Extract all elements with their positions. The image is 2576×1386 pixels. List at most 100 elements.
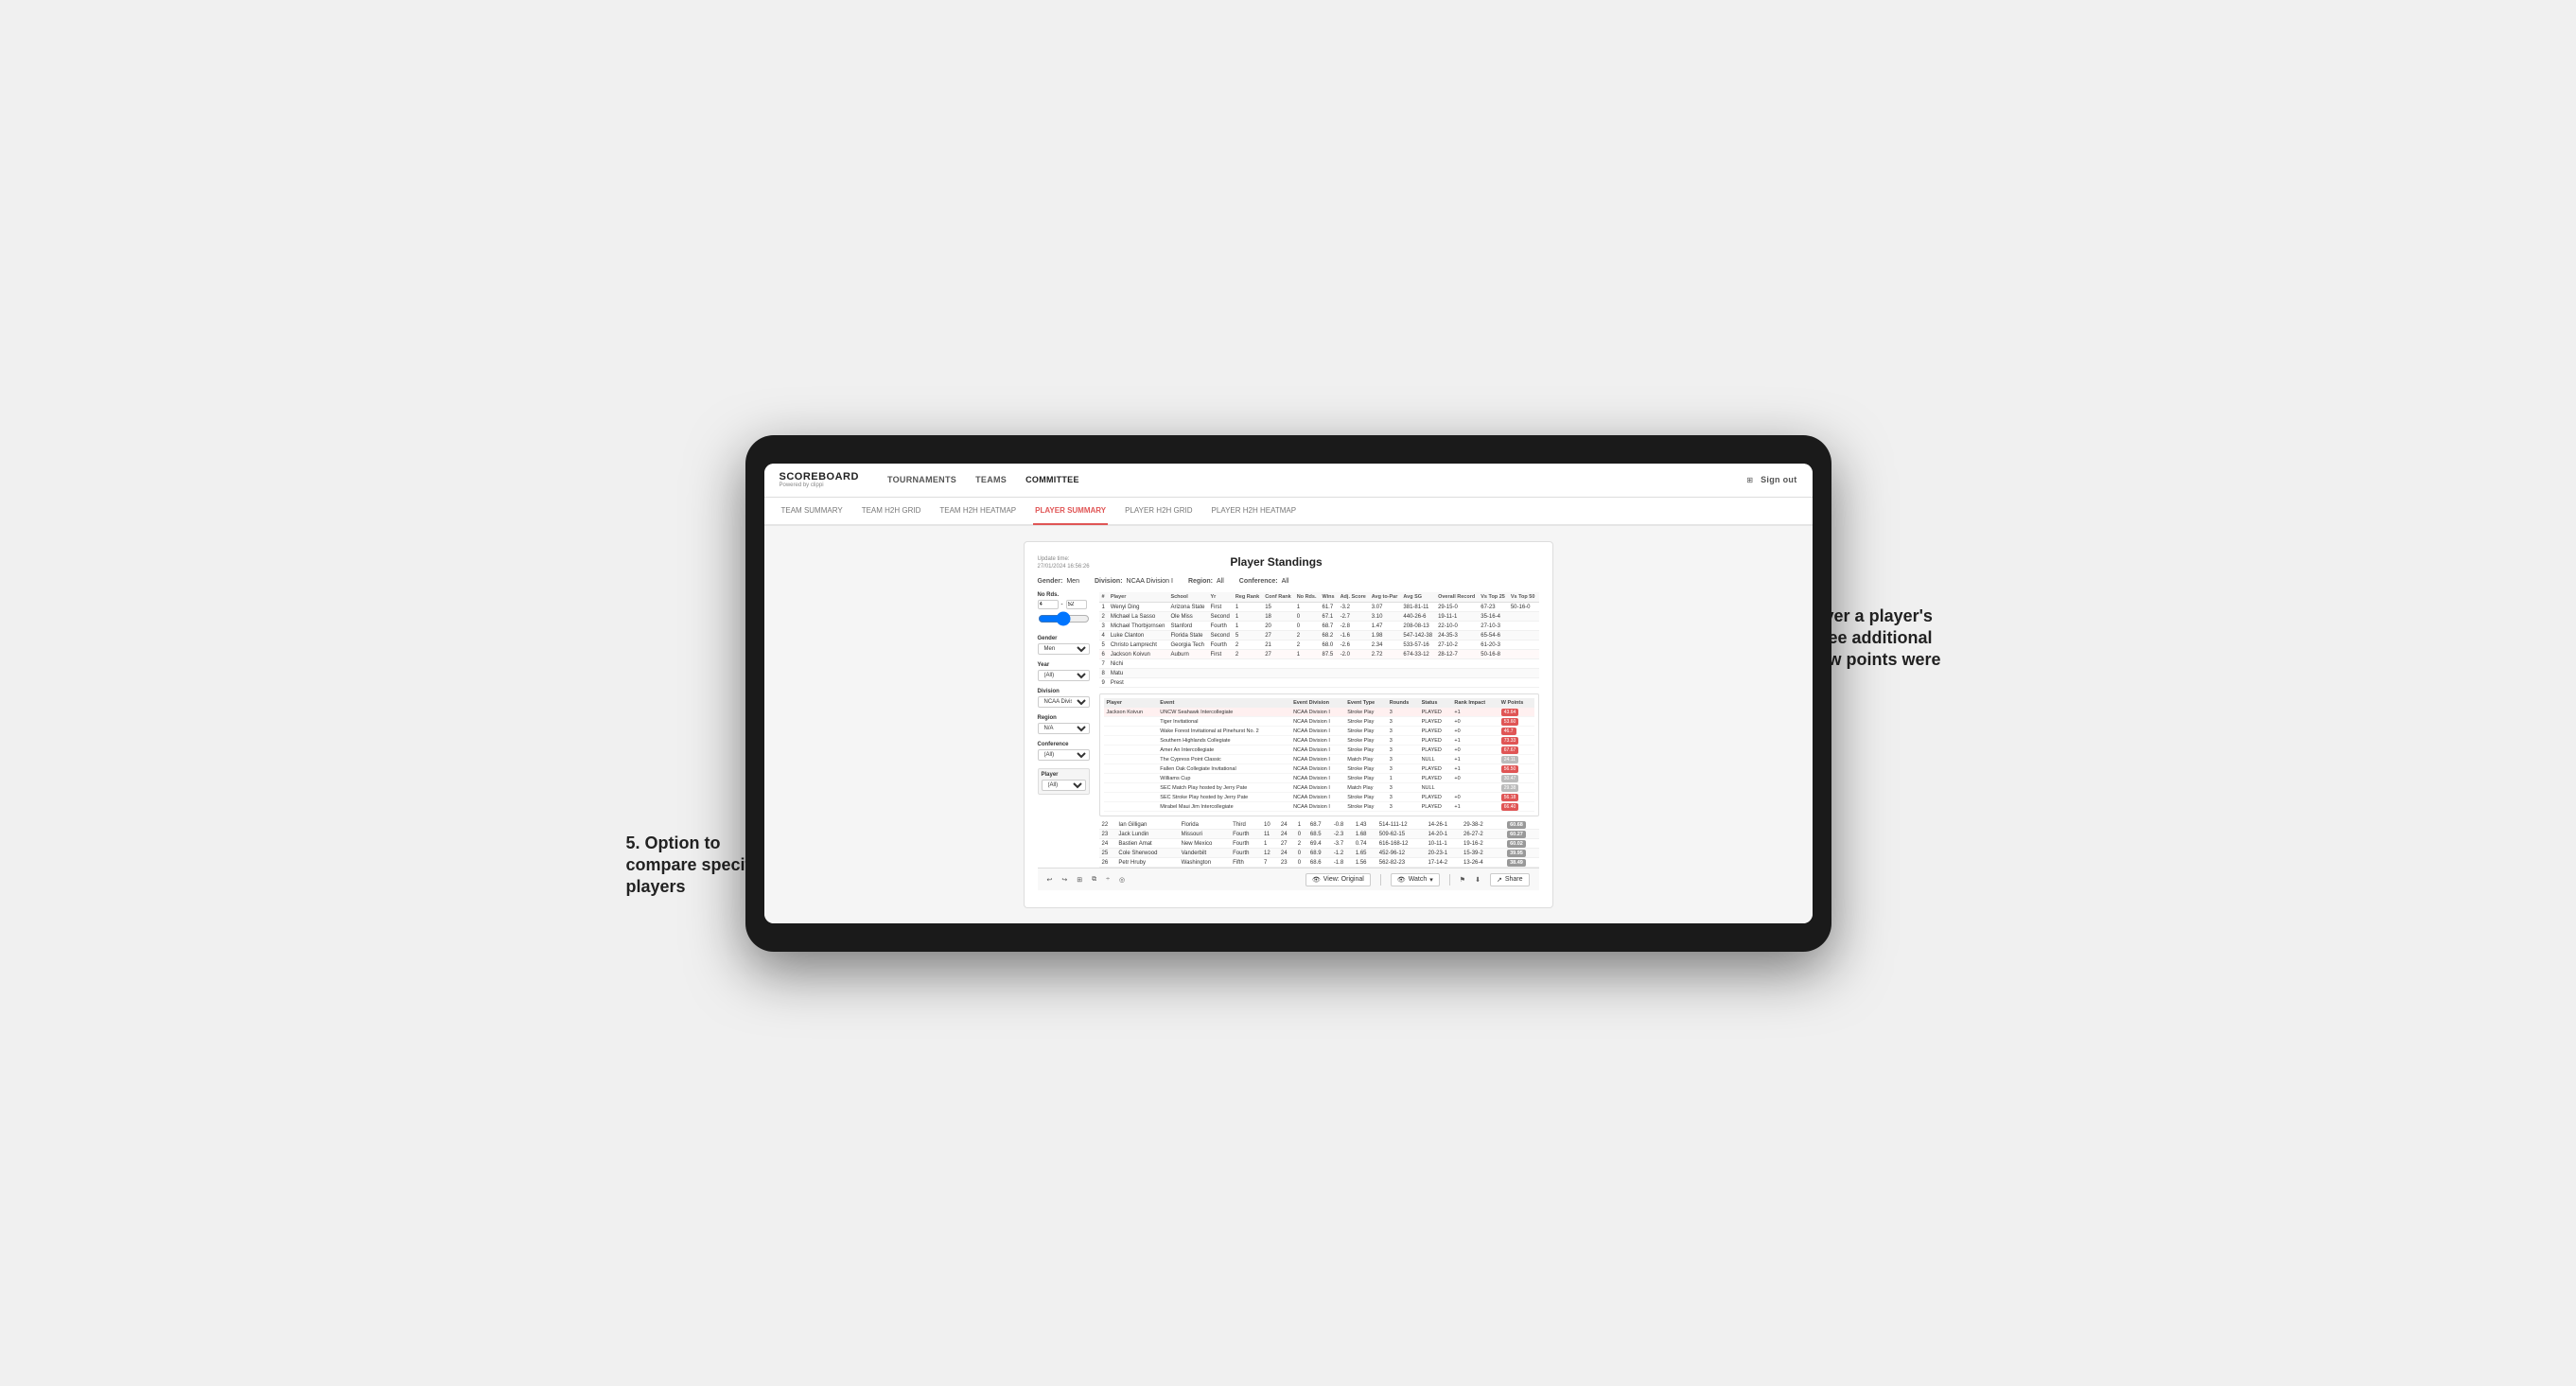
event-name: Mirabel Maui Jim Intercollegiate bbox=[1157, 802, 1290, 812]
sub-nav-player-h2h-heatmap[interactable]: PLAYER H2H HEATMAP bbox=[1210, 499, 1299, 525]
conference-select[interactable]: (All) bbox=[1038, 749, 1090, 761]
sign-out-link[interactable]: Sign out bbox=[1761, 473, 1796, 486]
points-badge-gray[interactable]: 60.68 bbox=[1507, 821, 1526, 829]
points-badge-gray[interactable]: 60.02 bbox=[1507, 840, 1526, 848]
sub-nav-team-summary[interactable]: TEAM SUMMARY bbox=[780, 499, 845, 525]
no-rds: 1 bbox=[1294, 603, 1320, 612]
view-label: View: Original bbox=[1323, 876, 1364, 883]
points[interactable]: 58.18 bbox=[1537, 650, 1538, 659]
division-select[interactable]: NCAA Division I bbox=[1038, 696, 1090, 708]
event-rounds: 1 bbox=[1387, 774, 1419, 783]
no-rds-from-input[interactable] bbox=[1038, 600, 1059, 609]
event-row: Wake Forest Invitational at Pinehurst No… bbox=[1104, 727, 1534, 736]
w-points-badge-neutral[interactable]: 30.47 bbox=[1501, 775, 1519, 782]
year-select[interactable]: (All) bbox=[1038, 670, 1090, 681]
w-points-badge[interactable]: 53.60 bbox=[1501, 718, 1519, 726]
yr: Fifth bbox=[1230, 858, 1261, 868]
avg-sg: 514-111-12 bbox=[1376, 820, 1426, 830]
event-status: NULL bbox=[1419, 755, 1452, 764]
nav-link-committee[interactable]: COMMITTEE bbox=[1025, 473, 1079, 486]
points-badge-gray[interactable]: 60.27 bbox=[1507, 831, 1526, 838]
event-rank-impact: +0 bbox=[1451, 717, 1498, 727]
yr: First bbox=[1207, 650, 1232, 659]
event-division: NCAA Division I bbox=[1290, 783, 1344, 793]
table-row: 5 Christo Lamprecht Georgia Tech Fourth … bbox=[1099, 640, 1539, 650]
event-header-row: Player Event Event Division Event Type R… bbox=[1104, 698, 1534, 708]
points[interactable]: 68.94 bbox=[1537, 631, 1538, 640]
view-original-button[interactable]: 👁 View: Original bbox=[1306, 873, 1371, 886]
table-area: # Player School Yr Reg Rank Conf Rank No… bbox=[1099, 592, 1539, 868]
event-rank-impact: +1 bbox=[1451, 755, 1498, 764]
rank: 4 bbox=[1099, 631, 1108, 640]
event-type: Match Play bbox=[1344, 755, 1387, 764]
sub-nav-player-summary[interactable]: PLAYER SUMMARY bbox=[1033, 499, 1108, 525]
points[interactable]: 60.69 bbox=[1537, 640, 1538, 650]
watch-icon: 👁 bbox=[1397, 876, 1406, 884]
avg-to-par: 1.43 bbox=[1353, 820, 1376, 830]
conf-rank: 27 bbox=[1262, 650, 1294, 659]
avg-to-par: 1.65 bbox=[1353, 849, 1376, 858]
gender-select[interactable]: Men bbox=[1038, 643, 1090, 655]
th-vs-top50: Vs Top 50 bbox=[1508, 592, 1538, 603]
w-points-badge[interactable]: 73.33 bbox=[1501, 737, 1519, 745]
yr: Fourth bbox=[1230, 849, 1261, 858]
points-badge-gray[interactable]: 39.95 bbox=[1507, 850, 1526, 857]
grid-icon[interactable]: ⊞ bbox=[1077, 876, 1082, 884]
points[interactable]: 60.02 bbox=[1504, 839, 1538, 849]
watch-button[interactable]: 👁 Watch ▾ bbox=[1391, 873, 1440, 886]
timer-icon[interactable]: ◎ bbox=[1119, 876, 1125, 884]
points[interactable]: 60.68 bbox=[1504, 820, 1538, 830]
points[interactable]: 68.2 bbox=[1537, 603, 1538, 612]
no-rds-slider[interactable] bbox=[1038, 611, 1090, 626]
nav-link-tournaments[interactable]: TOURNAMENTS bbox=[887, 473, 956, 486]
event-name: UNCW Seahawk Intercollegiate bbox=[1157, 708, 1290, 717]
player-select[interactable]: (All) bbox=[1042, 780, 1086, 791]
bottom-toolbar: ↩ ↪ ⊞ ⧉ ÷ ◎ 👁 View: Original 👁 bbox=[1038, 868, 1539, 890]
eth-rounds: Rounds bbox=[1387, 698, 1419, 708]
school: Florida State bbox=[1167, 631, 1207, 640]
update-time-area: Update time: 27/01/2024 16:56:26 bbox=[1038, 555, 1090, 571]
undo-button[interactable]: ↩ bbox=[1047, 876, 1053, 884]
points[interactable]: 73.6 bbox=[1537, 622, 1538, 631]
event-name: Tiger Invitational bbox=[1157, 717, 1290, 727]
nav-bar: SCOREBOARD Powered by clippi TOURNAMENTS… bbox=[764, 464, 1813, 498]
update-time-label: Update time: bbox=[1038, 555, 1090, 563]
points[interactable]: 38.49 bbox=[1504, 858, 1538, 868]
conf-rank: 21 bbox=[1262, 640, 1294, 650]
placeholder bbox=[1167, 669, 1538, 678]
region-select[interactable]: N/A bbox=[1038, 723, 1090, 734]
no-rds-to-input[interactable] bbox=[1066, 600, 1087, 609]
split-icon[interactable]: ÷ bbox=[1106, 876, 1110, 883]
avg-to-par: 0.74 bbox=[1353, 839, 1376, 849]
w-points-badge[interactable]: 56.18 bbox=[1501, 794, 1519, 801]
bottom-standings-table: 22 Ian Gilligan Florida Third 10 24 1 68… bbox=[1099, 820, 1539, 868]
flag-icon[interactable]: ⚑ bbox=[1460, 876, 1465, 884]
points[interactable]: 74.3 bbox=[1537, 612, 1538, 622]
w-points-badge[interactable]: 56.50 bbox=[1501, 765, 1519, 773]
w-points-badge[interactable]: 46.7 bbox=[1501, 728, 1516, 735]
nav-link-teams[interactable]: TEAMS bbox=[975, 473, 1007, 486]
event-rounds: 3 bbox=[1387, 736, 1419, 746]
w-points-badge[interactable]: 66.40 bbox=[1501, 803, 1519, 811]
redo-button[interactable]: ↪ bbox=[1061, 876, 1067, 884]
w-points-badge[interactable]: 67.67 bbox=[1501, 746, 1519, 754]
copy-icon[interactable]: ⧉ bbox=[1092, 876, 1096, 884]
points[interactable]: 39.95 bbox=[1504, 849, 1538, 858]
points-badge-gray[interactable]: 38.49 bbox=[1507, 859, 1526, 867]
share-button[interactable]: ↗ Share bbox=[1490, 873, 1530, 886]
points[interactable]: 60.27 bbox=[1504, 830, 1538, 839]
event-type: Stroke Play bbox=[1344, 708, 1387, 717]
w-points-badge-neutral[interactable]: 24.11 bbox=[1501, 756, 1518, 763]
w-points-badge-neutral[interactable]: 29.38 bbox=[1501, 784, 1519, 792]
sub-nav-team-h2h-grid[interactable]: TEAM H2H GRID bbox=[860, 499, 923, 525]
wins: 67.1 bbox=[1319, 612, 1337, 622]
w-points-badge[interactable]: 43.64 bbox=[1501, 709, 1519, 716]
filter-no-rds: No Rds. - bbox=[1038, 592, 1090, 628]
sub-nav-team-h2h-heatmap[interactable]: TEAM H2H HEATMAP bbox=[938, 499, 1018, 525]
event-rank-impact: +0 bbox=[1451, 793, 1498, 802]
sub-nav-player-h2h-grid[interactable]: PLAYER H2H GRID bbox=[1123, 499, 1194, 525]
left-sidebar: No Rds. - Gender bbox=[1038, 592, 1090, 868]
download-icon[interactable]: ⬇ bbox=[1475, 876, 1481, 884]
event-row: Fallen Oak Collegiate Invitational NCAA … bbox=[1104, 764, 1534, 774]
event-name: SEC Stroke Play hosted by Jerry Pate bbox=[1157, 793, 1290, 802]
